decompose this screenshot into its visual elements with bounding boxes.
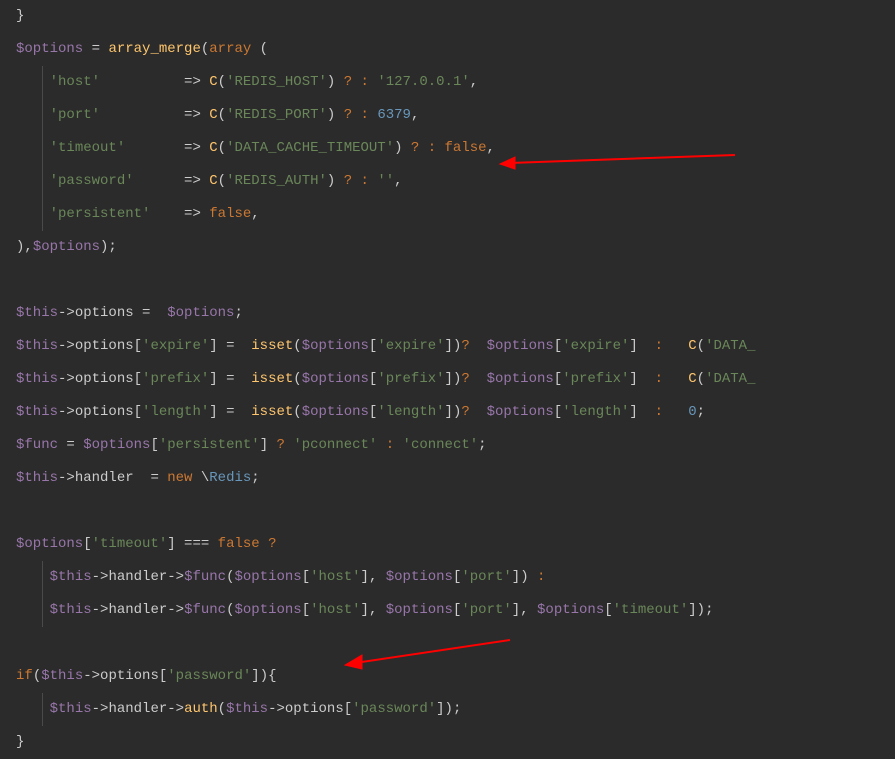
paren: (: [201, 37, 209, 62]
empty-line: [16, 264, 879, 297]
code-line: }: [16, 726, 879, 759]
code-line: 'timeout' => C('DATA_CACHE_TIMEOUT') ? :…: [16, 132, 879, 165]
keyword: new: [167, 466, 192, 491]
string: 'REDIS_HOST': [226, 70, 327, 95]
code-line: $this->options['prefix'] = isset($option…: [16, 363, 879, 396]
arrow-op: =>: [184, 70, 209, 95]
empty-line: [16, 495, 879, 528]
paren: (: [251, 37, 268, 62]
empty-line: [16, 627, 879, 660]
code-line: $this->options['length'] = isset($option…: [16, 396, 879, 429]
operator: =: [83, 37, 108, 62]
variable: $options: [16, 37, 83, 62]
keyword: array: [209, 37, 251, 62]
code-line: $this->handler = new \Redis;: [16, 462, 879, 495]
string: '127.0.0.1': [377, 70, 469, 95]
code-line: $options = array_merge(array (: [16, 33, 879, 66]
brace: }: [16, 4, 24, 29]
code-line: if($this->options['password']){: [16, 660, 879, 693]
function: auth: [184, 697, 218, 722]
function: C: [209, 70, 217, 95]
class-name: Redis: [209, 466, 251, 491]
indent-guide: [42, 66, 43, 99]
code-line: 'host' => C('REDIS_HOST') ? : '127.0.0.1…: [16, 66, 879, 99]
code-line: $this->handler->$func($options['host'], …: [16, 594, 879, 627]
number: 6379: [377, 103, 411, 128]
boolean: false: [445, 136, 487, 161]
string: 'host': [50, 70, 100, 95]
code-line: $this->handler->auth($this->options['pas…: [16, 693, 879, 726]
code-line: $this->options = $options;: [16, 297, 879, 330]
keyword: if: [16, 664, 33, 689]
code-line: 'password' => C('REDIS_AUTH') ? : '',: [16, 165, 879, 198]
code-line: 'port' => C('REDIS_PORT') ? : 6379,: [16, 99, 879, 132]
code-line: ),$options);: [16, 231, 879, 264]
code-line: 'persistent' => false,: [16, 198, 879, 231]
code-line: $this->options['expire'] = isset($option…: [16, 330, 879, 363]
code-line: $this->handler->$func($options['host'], …: [16, 561, 879, 594]
ternary: ? :: [335, 70, 377, 95]
code-editor[interactable]: } $options = array_merge(array ( 'host' …: [0, 0, 895, 759]
function: array_merge: [108, 37, 200, 62]
code-line: }: [16, 0, 879, 33]
code-line: $options['timeout'] === false ?: [16, 528, 879, 561]
code-line: $func = $options['persistent'] ? 'pconne…: [16, 429, 879, 462]
